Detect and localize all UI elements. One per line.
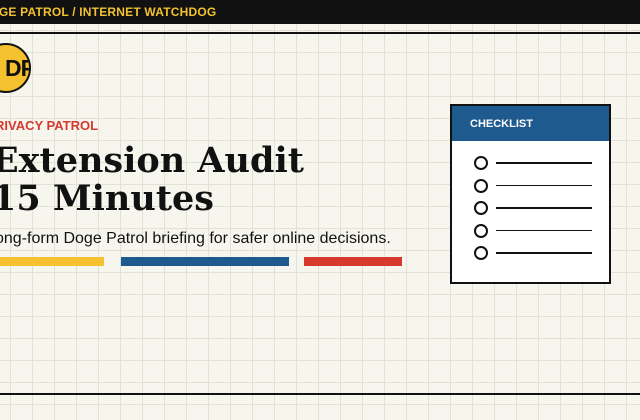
checkbox-circle-icon — [474, 223, 488, 238]
checklist-header: CHECKLIST — [452, 106, 609, 141]
checklist-item-line — [496, 229, 592, 231]
checklist-card: CHECKLIST — [450, 104, 611, 284]
headline-line-1: Extension Audit — [0, 140, 304, 181]
checkbox-circle-icon — [474, 201, 488, 215]
checkbox-circle-icon — [474, 156, 488, 170]
accent-stripe-red — [304, 257, 402, 266]
checklist-item-line — [496, 252, 592, 254]
checklist-item-line — [496, 162, 592, 164]
accent-stripe-yellow — [0, 257, 104, 266]
banner-title: DGE PATROL / INTERNET WATCHDOG — [0, 5, 217, 19]
checkbox-circle-icon — [474, 178, 488, 193]
checklist-item — [474, 223, 592, 238]
headline-line-2: 15 Minutes — [0, 178, 214, 219]
checklist-item — [474, 178, 592, 193]
accent-stripe-blue — [121, 257, 289, 266]
doge-patrol-logo: DP — [0, 43, 31, 93]
checkbox-circle-icon — [474, 246, 488, 260]
top-banner: DGE PATROL / INTERNET WATCHDOG — [0, 0, 640, 24]
checklist-item — [474, 246, 592, 260]
logo-text: DP — [5, 55, 29, 81]
bottom-rule-divider — [0, 393, 640, 395]
headline: Extension Audit 15 Minutes — [0, 142, 304, 218]
subtitle: ong-form Doge Patrol briefing for safer … — [0, 230, 391, 247]
section-kicker: RIVACY PATROL — [0, 118, 99, 133]
top-rule-divider — [0, 32, 640, 34]
checklist-title: CHECKLIST — [470, 118, 533, 130]
checklist-item-line — [496, 207, 592, 209]
checklist-item — [474, 201, 592, 215]
checklist-item-line — [496, 184, 592, 186]
checklist-item — [474, 156, 592, 170]
